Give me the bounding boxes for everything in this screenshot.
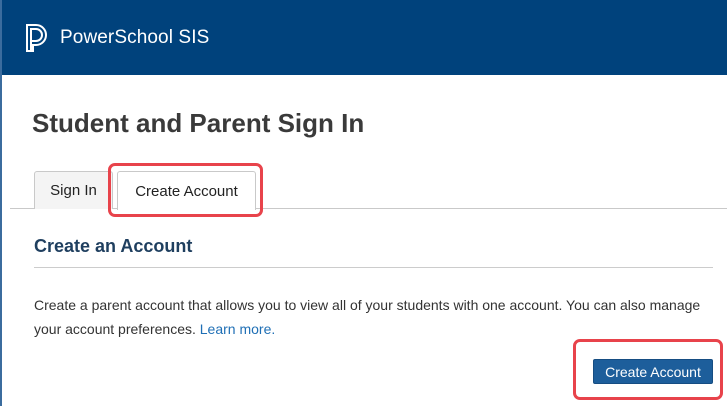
tab-create-account-label: Create Account [135, 182, 238, 200]
app-header: PowerSchool SIS [2, 0, 727, 75]
create-account-button[interactable]: Create Account [593, 359, 713, 384]
tab-sign-in-label: Sign In [50, 182, 97, 199]
brand-name: PowerSchool SIS [60, 26, 210, 48]
page-title: Student and Parent Sign In [32, 108, 365, 138]
description-text: Create a parent account that allows you … [34, 297, 701, 337]
tab-create-account[interactable]: Create Account [117, 171, 256, 210]
learn-more-link[interactable]: Learn more. [200, 321, 275, 337]
tab-sign-in[interactable]: Sign In [34, 171, 113, 209]
section-description: Create a parent account that allows you … [34, 293, 704, 341]
section-title: Create an Account [34, 236, 193, 256]
page-frame: PowerSchool SIS Student and Parent Sign … [0, 0, 727, 406]
powerschool-logo-icon [24, 22, 52, 54]
section-divider [34, 267, 713, 268]
